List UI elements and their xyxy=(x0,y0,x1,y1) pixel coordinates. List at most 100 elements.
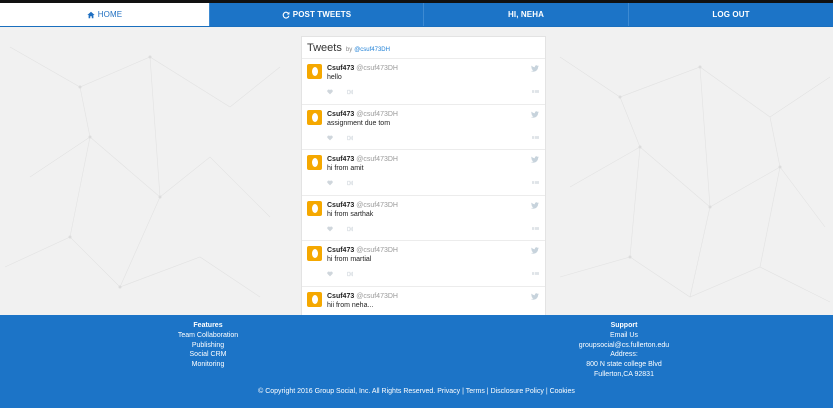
share-icon[interactable] xyxy=(347,134,353,141)
tweet-text: hii from neha... xyxy=(327,301,374,309)
tweet-actions xyxy=(327,180,353,186)
share-icon[interactable] xyxy=(347,225,353,232)
address-line-1: 800 N state college Blvd xyxy=(586,361,662,369)
heart-icon[interactable] xyxy=(327,226,333,232)
avatar[interactable] xyxy=(307,64,322,79)
nav-greeting-label: HI, NEHA xyxy=(508,10,544,19)
share-icon[interactable] xyxy=(347,89,353,95)
footer-link-publishing[interactable]: Publishing xyxy=(108,341,308,351)
tweet-author-name[interactable]: Csuf473 xyxy=(327,293,354,300)
nav-post-tweets-button[interactable]: POST TWEETS xyxy=(209,3,423,26)
tweet-author-handle[interactable]: @csuf473DH xyxy=(356,65,398,72)
tweet-item[interactable]: Csuf473 @csuf473DH hii from neha... xyxy=(302,287,545,316)
tweet-author: Csuf473 @csuf473DH xyxy=(327,293,398,300)
tweet-author-name[interactable]: Csuf473 xyxy=(327,202,354,209)
address-label: Address: xyxy=(610,351,638,359)
avatar[interactable] xyxy=(307,109,322,125)
disclosure-policy-link[interactable]: Disclosure Policy xyxy=(491,388,544,395)
refresh-icon xyxy=(282,11,290,19)
tweet-author: Csuf473 @csuf473DH xyxy=(327,202,398,209)
tweets-author-link[interactable]: @csuf473DH xyxy=(354,47,390,53)
twitter-bird-icon[interactable] xyxy=(531,110,539,118)
heart-icon[interactable] xyxy=(327,271,333,277)
terms-link[interactable]: Terms xyxy=(466,388,485,395)
tweet-item[interactable]: Csuf473 @csuf473DH assignment due tom xyxy=(302,105,545,150)
heart-icon[interactable] xyxy=(327,180,333,186)
tweet-author: Csuf473 @csuf473DH xyxy=(327,65,398,72)
heart-icon[interactable] xyxy=(327,89,333,95)
tweet-author-name[interactable]: Csuf473 xyxy=(327,247,354,254)
footer-features: Features Team Collaboration Publishing S… xyxy=(108,321,308,370)
twitter-bird-icon[interactable] xyxy=(531,65,539,72)
tweet-text: hi from martial xyxy=(327,256,372,263)
copyright-bar: © Copyright 2016 Group Social, Inc. All … xyxy=(0,388,833,395)
tweet-author-handle[interactable]: @csuf473DH xyxy=(356,247,398,254)
tweet-author-name[interactable]: Csuf473 xyxy=(327,156,354,163)
heart-icon[interactable] xyxy=(327,135,333,141)
tweet-author-name[interactable]: Csuf473 xyxy=(327,65,354,72)
avatar[interactable] xyxy=(307,291,322,307)
link-separator: | xyxy=(486,388,489,395)
tweet-item[interactable]: Csuf473 @csuf473DH hello xyxy=(302,59,545,105)
home-icon xyxy=(87,11,95,18)
footer-link-social-crm[interactable]: Social CRM xyxy=(108,350,308,360)
tweet-item[interactable]: Csuf473 @csuf473DH hi from sarthak xyxy=(302,196,545,241)
tweet-actions xyxy=(327,134,353,141)
tweet-actions xyxy=(327,271,353,277)
timestamp-icon[interactable] xyxy=(532,226,539,231)
nav-home-button[interactable]: HOME xyxy=(0,3,209,26)
address-line-2: Fullerton,CA 92831 xyxy=(594,370,654,378)
tweet-author: Csuf473 @csuf473DH xyxy=(327,156,398,163)
tweet-actions xyxy=(327,89,353,95)
timestamp-icon[interactable] xyxy=(532,180,539,185)
privacy-link[interactable]: Privacy xyxy=(437,388,460,395)
features-heading: Features xyxy=(193,322,223,329)
email-us-label: Email Us xyxy=(609,331,638,339)
nav-user-greeting[interactable]: HI, NEHA xyxy=(423,3,628,26)
tweets-widget[interactable]: Tweets by @csuf473DH Csuf473 @csuf473DH he… xyxy=(301,36,546,315)
twitter-bird-icon[interactable] xyxy=(531,292,539,300)
timestamp-icon[interactable] xyxy=(532,135,539,140)
tweet-item[interactable]: Csuf473 @csuf473DH hi from amit xyxy=(302,150,545,196)
twitter-bird-icon[interactable] xyxy=(531,247,539,254)
twitter-bird-icon[interactable] xyxy=(531,201,539,209)
link-separator: | xyxy=(462,388,464,395)
timestamp-icon[interactable] xyxy=(532,271,539,276)
copyright-text: © Copyright 2016 Group Social, Inc. All … xyxy=(258,388,436,395)
tweets-title: Tweets xyxy=(307,42,342,54)
tweet-author-handle[interactable]: @csuf473DH xyxy=(356,293,398,300)
tweet-text: hello xyxy=(327,74,342,81)
avatar[interactable] xyxy=(307,200,322,216)
avatar[interactable] xyxy=(307,246,322,261)
cookies-link[interactable]: Cookies xyxy=(550,388,575,395)
tweet-text: hi from sarthak xyxy=(327,210,374,218)
top-navigation: HOME POST TWEETS HI, NEHA LOG OUT xyxy=(0,3,833,27)
timestamp-icon[interactable] xyxy=(532,89,539,94)
tweet-list: Csuf473 @csuf473DH hello Csuf473 @csuf473DH a… xyxy=(302,59,545,315)
footer-link-team-collaboration[interactable]: Team Collaboration xyxy=(108,331,308,341)
site-footer: Features Team Collaboration Publishing S… xyxy=(0,315,833,408)
share-icon[interactable] xyxy=(347,180,353,186)
tweet-text: assignment due tom xyxy=(327,119,391,127)
tweets-widget-header: Tweets by @csuf473DH xyxy=(302,37,545,59)
tweet-item[interactable]: Csuf473 @csuf473DH hi from martial xyxy=(302,241,545,287)
nav-logout-label: LOG OUT xyxy=(712,10,750,19)
tweet-author-handle[interactable]: @csuf473DH xyxy=(356,111,398,118)
footer-link-monitoring[interactable]: Monitoring xyxy=(108,360,308,370)
tweet-author-handle[interactable]: @csuf473DH xyxy=(356,202,398,209)
nav-post-tweets-label: POST TWEETS xyxy=(292,10,352,19)
footer-support: Support Email Us groupsocial@cs.fullerto… xyxy=(524,321,724,380)
nav-logout-button[interactable]: LOG OUT xyxy=(628,3,833,26)
twitter-bird-icon[interactable] xyxy=(531,156,539,163)
share-icon[interactable] xyxy=(347,271,353,277)
tweet-text: hi from amit xyxy=(327,165,364,172)
tweet-actions xyxy=(327,225,353,232)
link-separator: | xyxy=(545,388,548,395)
tweet-author: Csuf473 @csuf473DH xyxy=(327,247,398,254)
avatar[interactable] xyxy=(307,155,322,170)
tweets-by-label: by xyxy=(345,47,353,53)
tweet-author-name[interactable]: Csuf473 xyxy=(327,111,354,118)
nav-home-label: HOME xyxy=(97,10,123,19)
support-email-link[interactable]: groupsocial@cs.fullerton.edu xyxy=(524,341,724,351)
tweet-author-handle[interactable]: @csuf473DH xyxy=(356,156,398,163)
